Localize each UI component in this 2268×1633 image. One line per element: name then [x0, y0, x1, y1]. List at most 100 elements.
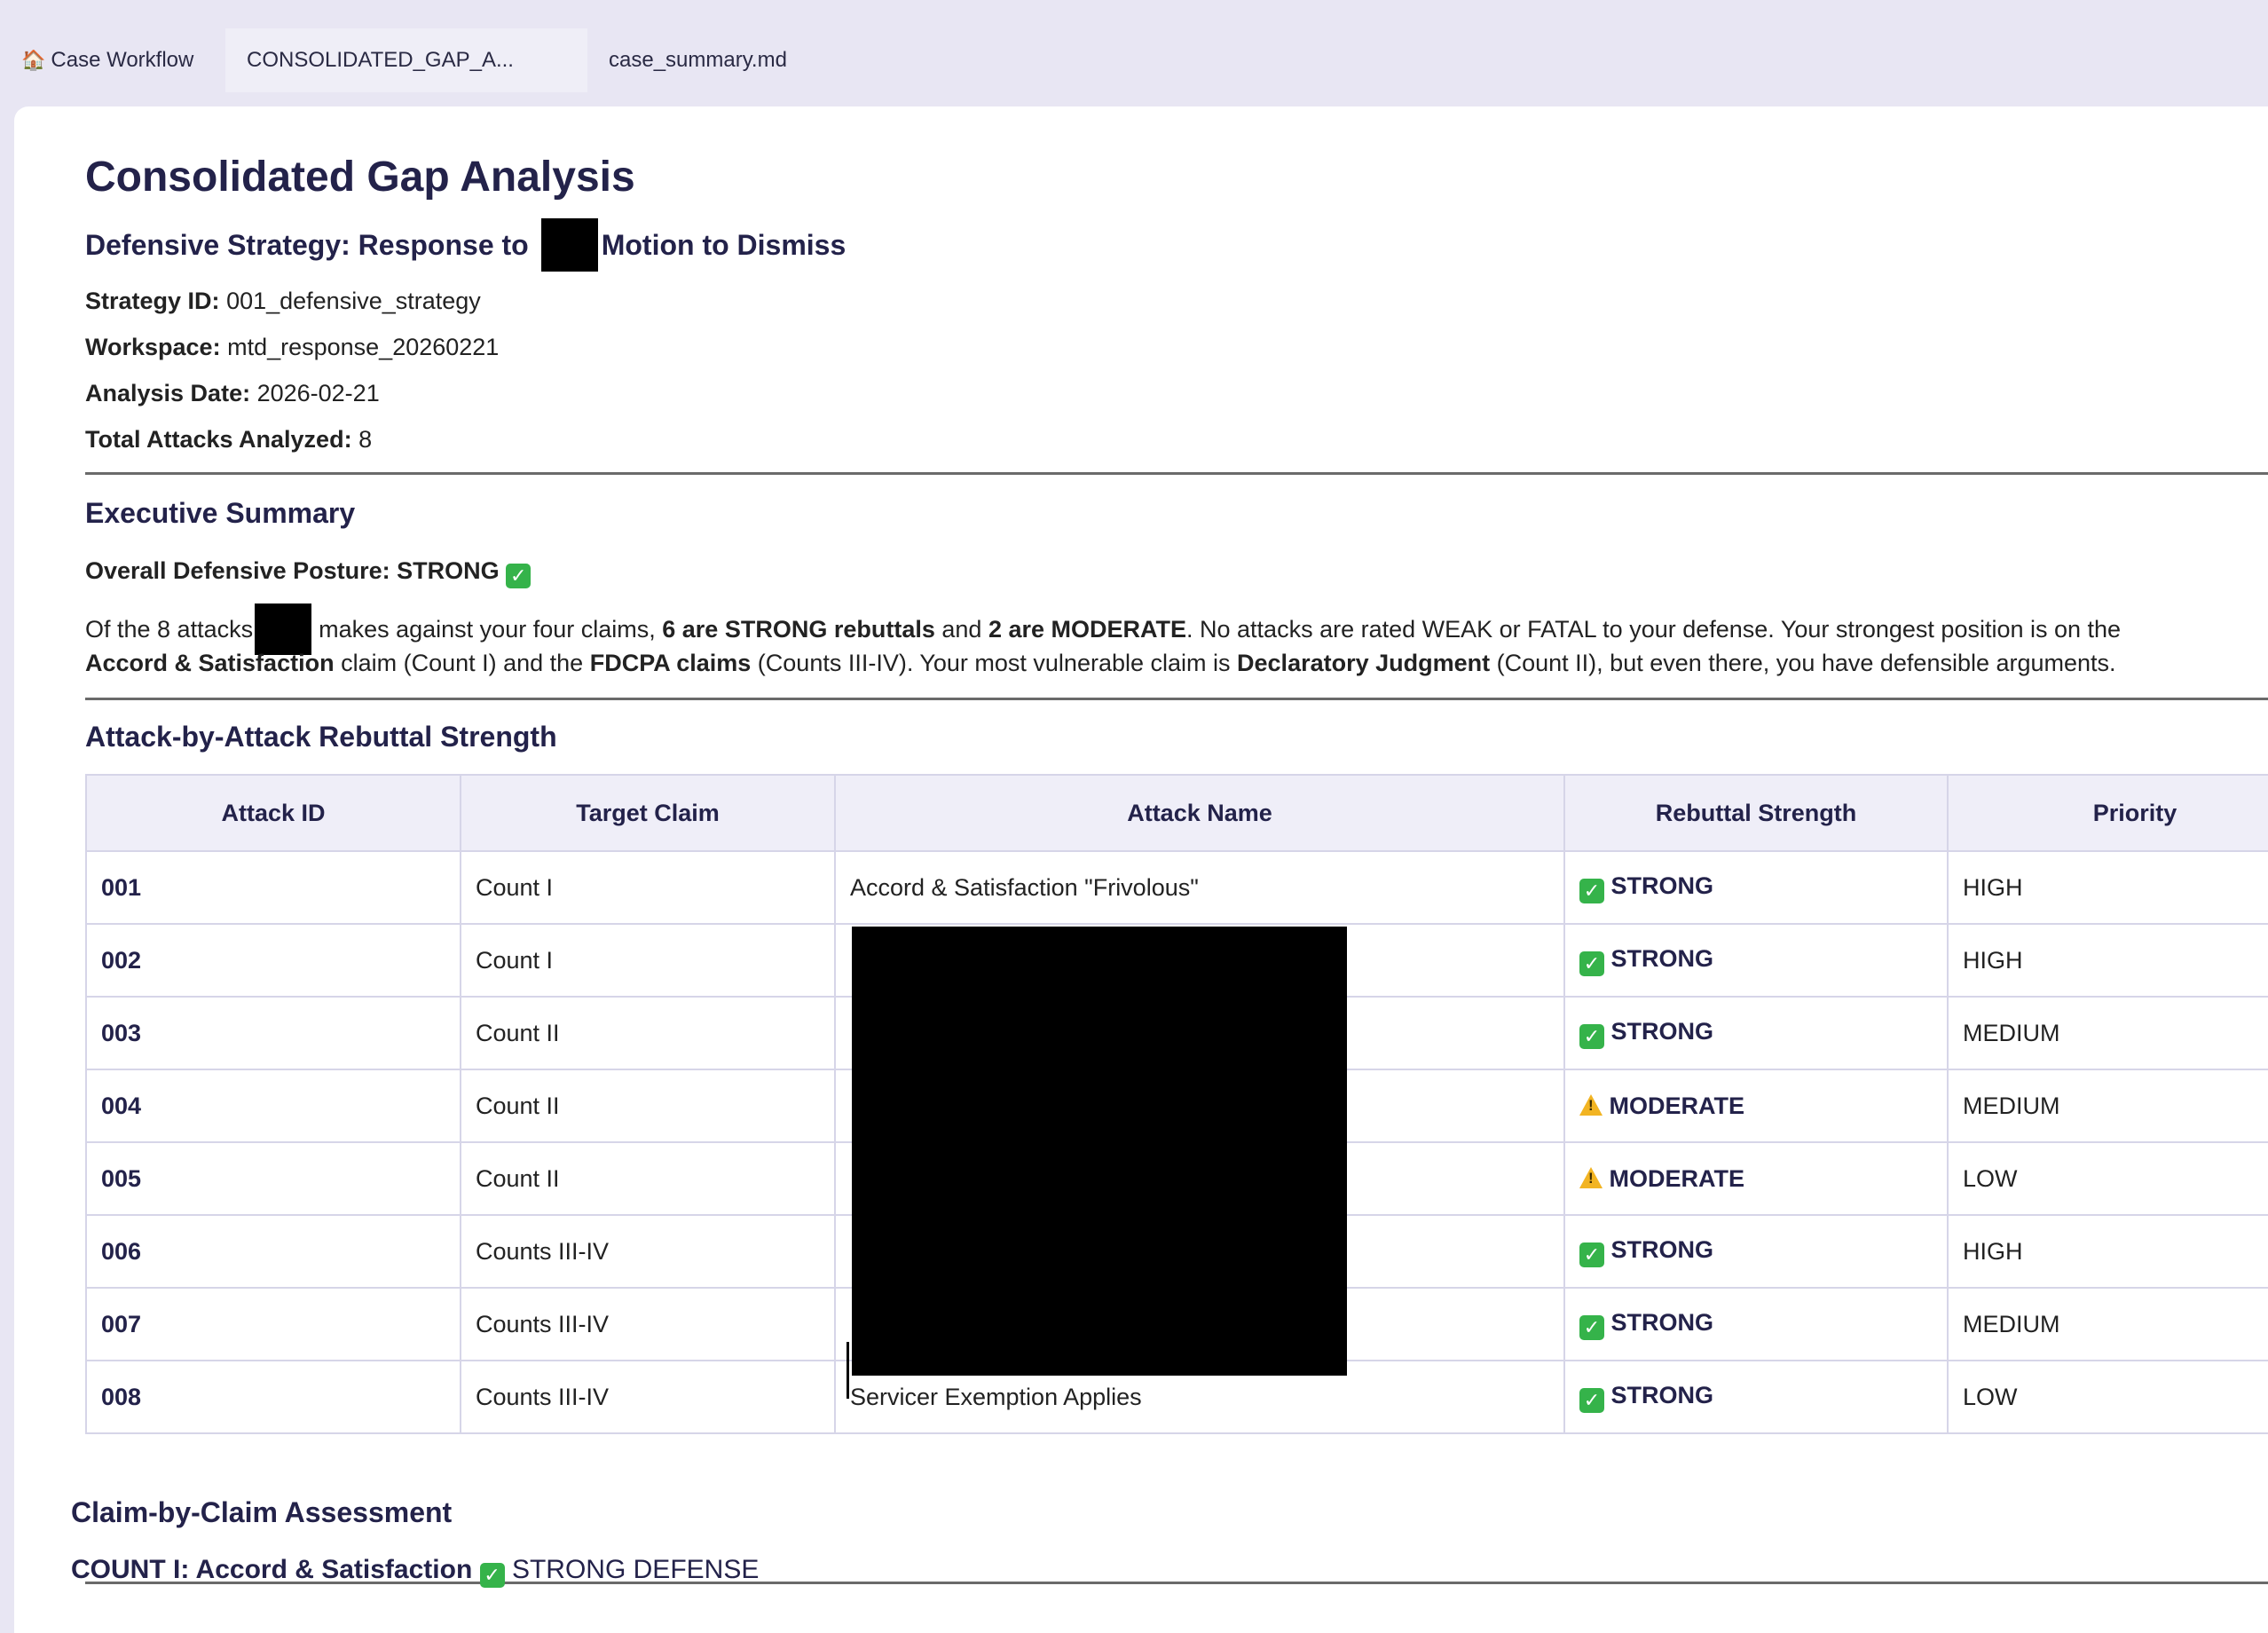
priority: LOW	[1947, 1141, 2268, 1216]
attack-id: 007	[85, 1287, 461, 1361]
divider	[85, 698, 2268, 700]
priority: HIGH	[1947, 1214, 2268, 1289]
meta-label: Workspace:	[85, 334, 221, 360]
target-claim: Count II	[460, 996, 836, 1070]
overall-posture: Overall Defensive Posture: STRONG ✓	[85, 557, 532, 588]
strength-label: MODERATE	[1609, 1092, 1745, 1119]
summary-emphasis: 2 are MODERATE	[988, 615, 1187, 643]
redaction-block	[540, 218, 598, 272]
summary-emphasis: 6 are STRONG rebuttals	[662, 615, 935, 643]
house-icon: 🏠	[21, 49, 46, 71]
summary-emphasis: Accord & Satisfaction	[85, 650, 335, 676]
rebuttal-strength: MODERATE	[1563, 1069, 1949, 1143]
column-header: Priority	[1947, 774, 2268, 852]
meta-value: 001_defensive_strategy	[226, 288, 481, 314]
redaction-edge	[847, 1342, 849, 1399]
subtitle-prefix: Defensive Strategy: Response to	[85, 228, 529, 261]
strength-label: STRONG	[1610, 872, 1714, 899]
attack-id: 001	[85, 850, 461, 925]
page-subtitle: Defensive Strategy: Response to Motion t…	[85, 218, 846, 272]
tab-case-workflow[interactable]: 🏠 Case Workflow	[0, 28, 225, 92]
column-header: Attack ID	[85, 774, 461, 852]
summary-emphasis: Declaratory Judgment	[1237, 650, 1491, 676]
divider	[85, 472, 2268, 475]
target-claim: Count II	[460, 1141, 836, 1216]
redaction-block	[852, 927, 1347, 1376]
meta-value: mtd_response_20260221	[227, 334, 500, 360]
count-1-line: COUNT I: Accord & Satisfaction ✓ STRONG …	[71, 1555, 759, 1588]
meta-analysis-date: Analysis Date: 2026-02-21	[85, 380, 380, 407]
summary-text: and	[941, 615, 982, 643]
subtitle-suffix: Motion to Dismiss	[601, 228, 847, 261]
check-icon: ✓	[1579, 951, 1604, 976]
rebuttal-strength: ✓ STRONG	[1563, 850, 1949, 925]
redaction-block	[255, 604, 312, 655]
tab-label: Case Workflow	[51, 48, 194, 72]
warning-icon	[1579, 1093, 1603, 1116]
summary-line-1: Of the 8 attacks makes against your four…	[85, 604, 2121, 655]
meta-value: 2026-02-21	[256, 380, 380, 406]
count-1-label: COUNT I: Accord & Satisfaction	[71, 1555, 473, 1584]
check-icon: ✓	[1579, 1023, 1604, 1049]
strength-label: STRONG	[1610, 944, 1714, 972]
summary-text: (Count II), but even there, you have def…	[1496, 650, 2116, 676]
column-header: Target Claim	[460, 774, 836, 852]
rebuttal-strength: ✓ STRONG	[1563, 996, 1949, 1070]
summary-text: (Counts III-IV). Your most vulnerable cl…	[757, 650, 1231, 676]
strength-label: STRONG	[1610, 1235, 1714, 1263]
tab-label: case_summary.md	[609, 48, 787, 72]
check-icon: ✓	[1579, 1314, 1604, 1340]
target-claim: Counts III-IV	[460, 1214, 836, 1289]
rebuttal-strength: ✓ STRONG	[1563, 1287, 1949, 1361]
attack-id: 005	[85, 1141, 461, 1216]
meta-strategy-id: Strategy ID: 001_defensive_strategy	[85, 288, 481, 315]
target-claim: Counts III-IV	[460, 1287, 836, 1361]
attack-id: 003	[85, 996, 461, 1070]
priority: MEDIUM	[1947, 1069, 2268, 1143]
attack-id: 002	[85, 923, 461, 998]
meta-label: Analysis Date:	[85, 380, 251, 406]
strength-label: STRONG	[1610, 1017, 1714, 1045]
tab-bar: 🏠 Case Workflow CONSOLIDATED_GAP_A... ca…	[0, 0, 2268, 92]
priority: HIGH	[1947, 923, 2268, 998]
summary-emphasis: FDCPA claims	[589, 650, 752, 676]
posture-text: Overall Defensive Posture: STRONG	[85, 557, 500, 584]
attack-name: Accord & Satisfaction "Frivolous"	[834, 850, 1565, 925]
executive-summary-heading: Executive Summary	[85, 497, 356, 529]
attack-id: 008	[85, 1360, 461, 1434]
attack-id: 006	[85, 1214, 461, 1289]
rebuttal-strength: ✓ STRONG	[1563, 923, 1949, 998]
meta-label: Strategy ID:	[85, 288, 220, 314]
column-header: Attack Name	[834, 774, 1565, 852]
summary-text: . No attacks are rated WEAK or FATAL to …	[1186, 615, 2122, 643]
tab-consolidated-gap-analysis[interactable]: CONSOLIDATED_GAP_A...	[225, 28, 587, 92]
page-title: Consolidated Gap Analysis	[85, 154, 635, 201]
check-icon: ✓	[506, 564, 532, 588]
meta-workspace: Workspace: mtd_response_20260221	[85, 334, 499, 361]
summary-text: Of the 8 attacks	[85, 615, 254, 643]
warning-icon	[1579, 1166, 1603, 1188]
check-icon: ✓	[1579, 1387, 1604, 1413]
tab-case-summary[interactable]: case_summary.md	[587, 28, 854, 92]
summary-text: claim (Count I) and the	[341, 650, 584, 676]
priority: LOW	[1947, 1360, 2268, 1434]
meta-total-attacks: Total Attacks Analyzed: 8	[85, 426, 372, 454]
summary-text: makes against your four claims,	[319, 615, 656, 643]
priority: HIGH	[1947, 850, 2268, 925]
check-icon: ✓	[479, 1563, 505, 1588]
table-row: 001 Count I Accord & Satisfaction "Frivolo…	[85, 850, 2268, 925]
attack-strength-heading: Attack-by-Attack Rebuttal Strength	[85, 721, 557, 753]
target-claim: Count I	[460, 923, 836, 998]
rebuttal-strength: ✓ STRONG	[1563, 1360, 1949, 1434]
column-header: Rebuttal Strength	[1563, 774, 1949, 852]
strength-label: STRONG	[1610, 1308, 1714, 1336]
check-icon: ✓	[1579, 1242, 1604, 1267]
claim-assessment-heading: Claim-by-Claim Assessment	[71, 1496, 453, 1528]
meta-label: Total Attacks Analyzed:	[85, 426, 352, 453]
priority: MEDIUM	[1947, 996, 2268, 1070]
check-icon: ✓	[1579, 878, 1604, 903]
summary-line-2: Accord & Satisfaction claim (Count I) an…	[85, 650, 2116, 677]
strength-label: MODERATE	[1609, 1164, 1745, 1192]
count-1-status: STRONG DEFENSE	[511, 1555, 760, 1584]
target-claim: Counts III-IV	[460, 1360, 836, 1434]
